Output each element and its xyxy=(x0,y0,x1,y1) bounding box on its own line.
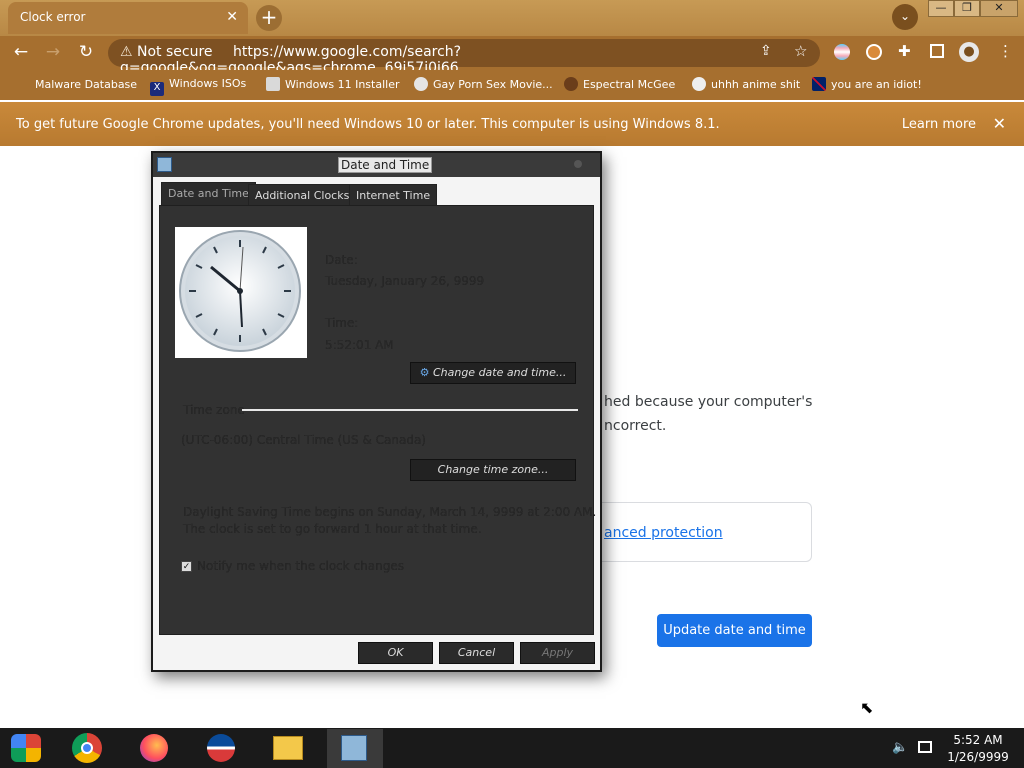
analog-clock xyxy=(175,227,307,358)
profile-avatar-icon[interactable]: ● xyxy=(959,42,979,62)
volume-icon[interactable]: 🔈 xyxy=(892,740,908,755)
avatar-icon xyxy=(564,77,578,91)
reload-icon[interactable]: ↻ xyxy=(75,42,97,64)
cancel-button[interactable]: Cancel xyxy=(439,642,514,664)
taskbar-file-explorer[interactable] xyxy=(260,729,316,768)
network-icon[interactable] xyxy=(918,741,932,753)
bookmarks-bar: Malware Database X Windows ISOs Windows 1… xyxy=(0,70,1024,100)
dialog-titlebar[interactable]: Date and Time xyxy=(153,153,600,177)
anime-icon xyxy=(692,77,706,91)
side-panel-icon[interactable] xyxy=(930,44,944,58)
extensions-puzzle-icon[interactable]: ✚ xyxy=(898,42,911,60)
dst-info-line2: The clock is set to go forward 1 hour at… xyxy=(183,522,482,536)
uac-shield-icon: ⚙ xyxy=(419,366,430,379)
infobar-close-icon[interactable]: ✕ xyxy=(993,114,1006,133)
dst-info-line1: Daylight Saving Time begins on Sunday, M… xyxy=(183,505,597,519)
date-value: Tuesday, January 26, 9999 xyxy=(325,274,485,288)
mouse-cursor-icon: ⬉ xyxy=(860,698,874,717)
bookmark-item[interactable]: Windows 11 Installer xyxy=(266,77,400,91)
site-icon xyxy=(414,77,428,91)
uk-flag-icon xyxy=(812,77,826,91)
tab-close-icon[interactable]: ✕ xyxy=(226,9,238,25)
time-label: Time: xyxy=(325,316,359,330)
bookmark-item[interactable]: Gay Porn Sex Movie... xyxy=(414,77,553,91)
enhanced-protection-link[interactable]: anced protection xyxy=(604,525,723,541)
taskbar-firefox[interactable] xyxy=(126,729,182,768)
restore-button[interactable]: ❐ xyxy=(954,0,980,17)
tab-additional-clocks[interactable]: Additional Clocks xyxy=(248,184,357,206)
update-infobar: To get future Google Chrome updates, you… xyxy=(0,102,1024,146)
ok-button[interactable]: OK xyxy=(358,642,433,664)
apply-button[interactable]: Apply xyxy=(520,642,595,664)
taskbar-app[interactable] xyxy=(193,729,249,768)
menu-dots-icon[interactable]: ⋮ xyxy=(998,42,1013,60)
share-icon[interactable]: ⇪ xyxy=(760,43,772,59)
bookmark-item[interactable]: Espectral McGee xyxy=(564,77,675,91)
taskbar-date-time[interactable] xyxy=(327,729,383,768)
address-bar[interactable]: ⚠ Not secure https://www.google.com/sear… xyxy=(108,39,820,76)
tab-date-and-time[interactable]: Date and Time xyxy=(161,182,256,206)
bookmark-item[interactable]: X Windows ISOs xyxy=(150,77,246,96)
taskbar-chrome[interactable] xyxy=(60,729,116,768)
date-label: Date: xyxy=(325,253,358,267)
globe-icon xyxy=(207,734,235,762)
notify-label: Notify me when the clock changes xyxy=(197,559,404,573)
close-window-button[interactable]: ✕ xyxy=(980,0,1018,17)
tab-internet-time[interactable]: Internet Time xyxy=(349,184,438,206)
warning-icon: ⚠ xyxy=(120,44,133,60)
update-date-time-button[interactable]: Update date and time xyxy=(657,614,812,647)
bookmark-star-icon[interactable]: ☆ xyxy=(794,42,807,60)
error-description: hed because your computer's ncorrect. xyxy=(604,394,813,434)
new-tab-button[interactable]: + xyxy=(256,5,282,31)
clock-face-icon xyxy=(179,230,301,352)
browser-tab[interactable]: Clock error ✕ xyxy=(8,2,248,34)
time-value: 5:52:01 AM xyxy=(325,338,394,352)
forward-arrow-icon[interactable]: → xyxy=(42,42,64,64)
not-secure-label: Not secure xyxy=(137,44,213,60)
tray-time: 5:52 AM xyxy=(953,733,1003,747)
firefox-icon xyxy=(140,734,168,762)
timezone-value: (UTC-06:00) Central Time (US & Canada) xyxy=(181,433,426,447)
bookmark-item[interactable]: you are an idiot! xyxy=(812,77,922,91)
clock-app-icon xyxy=(157,157,172,172)
dialog-close-icon[interactable] xyxy=(574,160,582,168)
folder-icon xyxy=(273,736,303,760)
image-icon xyxy=(266,77,280,91)
profile-extension-icon[interactable] xyxy=(834,44,850,60)
start-logo-icon xyxy=(11,734,41,762)
start-button[interactable] xyxy=(0,729,56,768)
back-arrow-icon[interactable]: ← xyxy=(10,42,32,64)
x-logo-icon: X xyxy=(150,82,164,96)
folder-icon xyxy=(16,77,30,91)
tray-date: 1/26/9999 xyxy=(947,750,1009,764)
change-date-time-button[interactable]: ⚙ Change date and time... xyxy=(410,362,576,384)
tray-clock[interactable]: 5:52 AM 1/26/9999 xyxy=(938,732,1018,766)
notify-checkbox[interactable]: ✓ xyxy=(181,561,192,572)
minimize-button[interactable]: — xyxy=(928,0,954,17)
change-time-zone-button[interactable]: Change time zone... xyxy=(410,459,576,481)
bookmark-item[interactable]: uhhh anime shit xyxy=(692,77,800,91)
tab-title: Clock error xyxy=(20,10,86,24)
timezone-divider xyxy=(242,409,578,411)
dialog-title: Date and Time xyxy=(338,157,433,173)
timezone-label: Time zone xyxy=(183,403,245,417)
calendar-clock-icon xyxy=(341,735,367,761)
infobar-text: To get future Google Chrome updates, you… xyxy=(16,117,720,132)
bookmark-item[interactable]: Malware Database xyxy=(16,77,137,91)
date-time-dialog: Date and Time Date and Time Additional C… xyxy=(151,151,602,672)
learn-more-link[interactable]: Learn more xyxy=(902,117,976,132)
extension-avatar-icon[interactable] xyxy=(866,44,882,60)
tab-search-chevron-icon[interactable]: ⌄ xyxy=(892,4,918,30)
